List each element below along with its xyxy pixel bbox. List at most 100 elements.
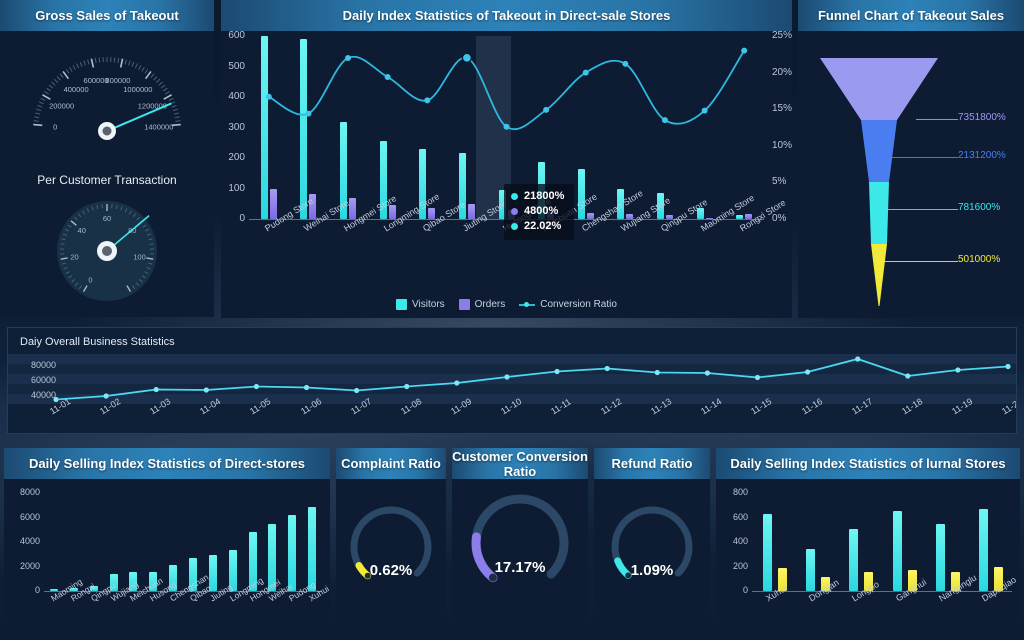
- funnel-shape: [820, 58, 938, 306]
- orders-bar: [269, 188, 277, 219]
- gauge-tick-label: 200000: [49, 102, 74, 111]
- panel-complaint-ratio: Complaint Ratio 0.62% 0.62%: [336, 448, 446, 638]
- legend-line-icon: [519, 301, 536, 308]
- gross-sales-gauge-body: 0 200000 400000 600000 800000 1000000 1200000 1…: [0, 31, 214, 164]
- panel-refund-ratio: Refund Ratio 1.09% 1.09%: [594, 448, 710, 638]
- store-bar: [308, 507, 317, 591]
- gauge-tick-label: 0: [88, 276, 92, 285]
- y-tick-left: 300: [228, 121, 245, 133]
- lurnal-bar-series-a: [892, 510, 902, 591]
- y-tick: 6000: [19, 511, 40, 522]
- y-tick: 400: [732, 536, 748, 546]
- tooltip-dot-icon: [511, 208, 518, 215]
- panel-customer-conversion-ratio: Customer Conversion Ratio 17.17% 17.17%: [452, 448, 588, 638]
- refund-ratio-value: 1.09%: [630, 562, 674, 579]
- tooltip-row: 21800%: [511, 189, 564, 204]
- conversion-point: [384, 73, 391, 80]
- legend-item-visitors[interactable]: Visitors: [396, 299, 445, 310]
- y-tick-left: 200: [228, 152, 245, 163]
- tooltip-row: 4800%: [511, 204, 564, 219]
- funnel-leader-line: [886, 209, 958, 210]
- panel-daily-index-statistics: Daily Index Statistics of Takeout in Dir…: [221, 0, 792, 318]
- y-tick-right: 0%: [772, 213, 787, 224]
- refund-ratio-value-shadow: 1.09%: [630, 542, 674, 559]
- daily-point: [905, 373, 911, 379]
- daily-point: [604, 365, 610, 372]
- conversion-point: [461, 52, 473, 64]
- panel-funnel-chart: Funnel Chart of Takeout Sales 7351800% 21…: [798, 0, 1024, 318]
- lurnal-bar-series-a: [936, 524, 945, 591]
- y-tick-left: 0: [239, 213, 245, 224]
- daily-point: [754, 374, 761, 381]
- conversion-point: [622, 60, 629, 67]
- y-tick: 4000: [19, 536, 40, 546]
- y-tick-right: 25%: [772, 30, 792, 41]
- visitors-bar: [736, 215, 744, 219]
- lurnal-bar-series-a: [979, 508, 989, 591]
- customer-conversion-value: 17.17%: [494, 559, 546, 576]
- customer-conversion-value-shadow: 17.17%: [494, 537, 546, 554]
- gauge-tick-label: 20: [70, 253, 78, 262]
- daily-point: [955, 367, 961, 373]
- panel-title-direct-stores: Daily Selling Index Statistics of Direct…: [4, 448, 330, 479]
- legend-item-orders[interactable]: Orders: [458, 299, 506, 310]
- lurnal-bar-series-a: [849, 528, 859, 591]
- panel-title-lurnal-stores: Daily Selling Index Statistics of lurnal…: [716, 448, 1020, 479]
- funnel-stage-label: 501000%: [958, 254, 1001, 265]
- chart-tooltip: 21800% 4800% 22.02%: [504, 184, 575, 240]
- visitors-bar: [300, 39, 308, 219]
- y-tick-right: 15%: [772, 103, 792, 115]
- funnel-segment[interactable]: [861, 120, 897, 182]
- panel-title-per-customer: Per Customer Transaction: [37, 173, 177, 187]
- gauge-tick-label: 40: [78, 226, 86, 235]
- gauge-tick-label: 800000: [105, 76, 130, 85]
- complaint-ratio-value-shadow: 0.62%: [369, 542, 413, 559]
- funnel-segment[interactable]: [869, 182, 889, 244]
- lurnal-bar-series-a: [806, 548, 815, 591]
- funnel-segment[interactable]: [871, 244, 887, 306]
- panel-title-refund-ratio: Refund Ratio: [594, 448, 710, 479]
- complaint-ratio-value: 0.62%: [369, 562, 413, 579]
- y-tick: 0: [742, 585, 748, 595]
- y-tick-left: 500: [228, 60, 245, 72]
- legend-label: Orders: [474, 299, 506, 310]
- visitors-bar: [260, 36, 268, 219]
- daily-point: [203, 387, 209, 393]
- panel-gross-sales: Gross Sales of Takeout 0 200000 400000 6000…: [0, 0, 214, 164]
- panel-title-gross-sales: Gross Sales of Takeout: [0, 0, 214, 31]
- gauge-tick-label: 1400000: [144, 122, 173, 131]
- panel-daily-overall: Daiy Overall Business Statistics 80000 60…: [7, 327, 1017, 434]
- main-chart-legend: Visitors Orders Conversion Ratio: [221, 299, 792, 310]
- daily-point: [855, 356, 861, 362]
- legend-swatch-icon: [458, 299, 470, 310]
- legend-item-conversion-ratio[interactable]: Conversion Ratio: [519, 299, 617, 310]
- panel-title-customer-conversion: Customer Conversion Ratio: [452, 448, 588, 479]
- store-bar: [208, 554, 217, 591]
- y-tick-left: 600: [228, 30, 245, 41]
- y-tick-right: 20%: [772, 66, 792, 78]
- y-tick-right: 10%: [772, 139, 792, 151]
- daily-chart-line: [53, 356, 1011, 403]
- tooltip-row: 22.02%: [511, 219, 564, 234]
- panel-title-daily-index: Daily Index Statistics of Takeout in Dir…: [221, 0, 792, 31]
- per-customer-gauge: 020406080100: [57, 201, 157, 301]
- panel-per-customer-transaction: Per Customer Transaction 020406080100: [0, 167, 214, 317]
- conversion-point: [345, 54, 352, 61]
- daily-point: [704, 370, 710, 376]
- legend-label: Visitors: [412, 299, 445, 310]
- panel-lurnal-stores: Daily Selling Index Statistics of lurnal…: [716, 448, 1020, 638]
- y-tick: 200: [732, 560, 748, 571]
- daily-point: [354, 387, 360, 394]
- daily-point: [654, 369, 660, 376]
- daily-point: [504, 374, 510, 380]
- conversion-point: [701, 107, 708, 114]
- customer-conversion-body: 17.17% 17.17%: [452, 479, 588, 638]
- funnel-leader-line: [891, 157, 958, 158]
- funnel-stage-label: 781600%: [958, 202, 1001, 213]
- conversion-point: [424, 97, 431, 104]
- gauge-tick-label: 60: [103, 214, 111, 223]
- y-tick-right: 5%: [772, 176, 787, 188]
- legend-swatch-icon: [396, 299, 408, 310]
- funnel-segment[interactable]: [820, 58, 938, 120]
- gross-sales-gauge: 0200000400000600000800000100000012000001…: [33, 57, 181, 140]
